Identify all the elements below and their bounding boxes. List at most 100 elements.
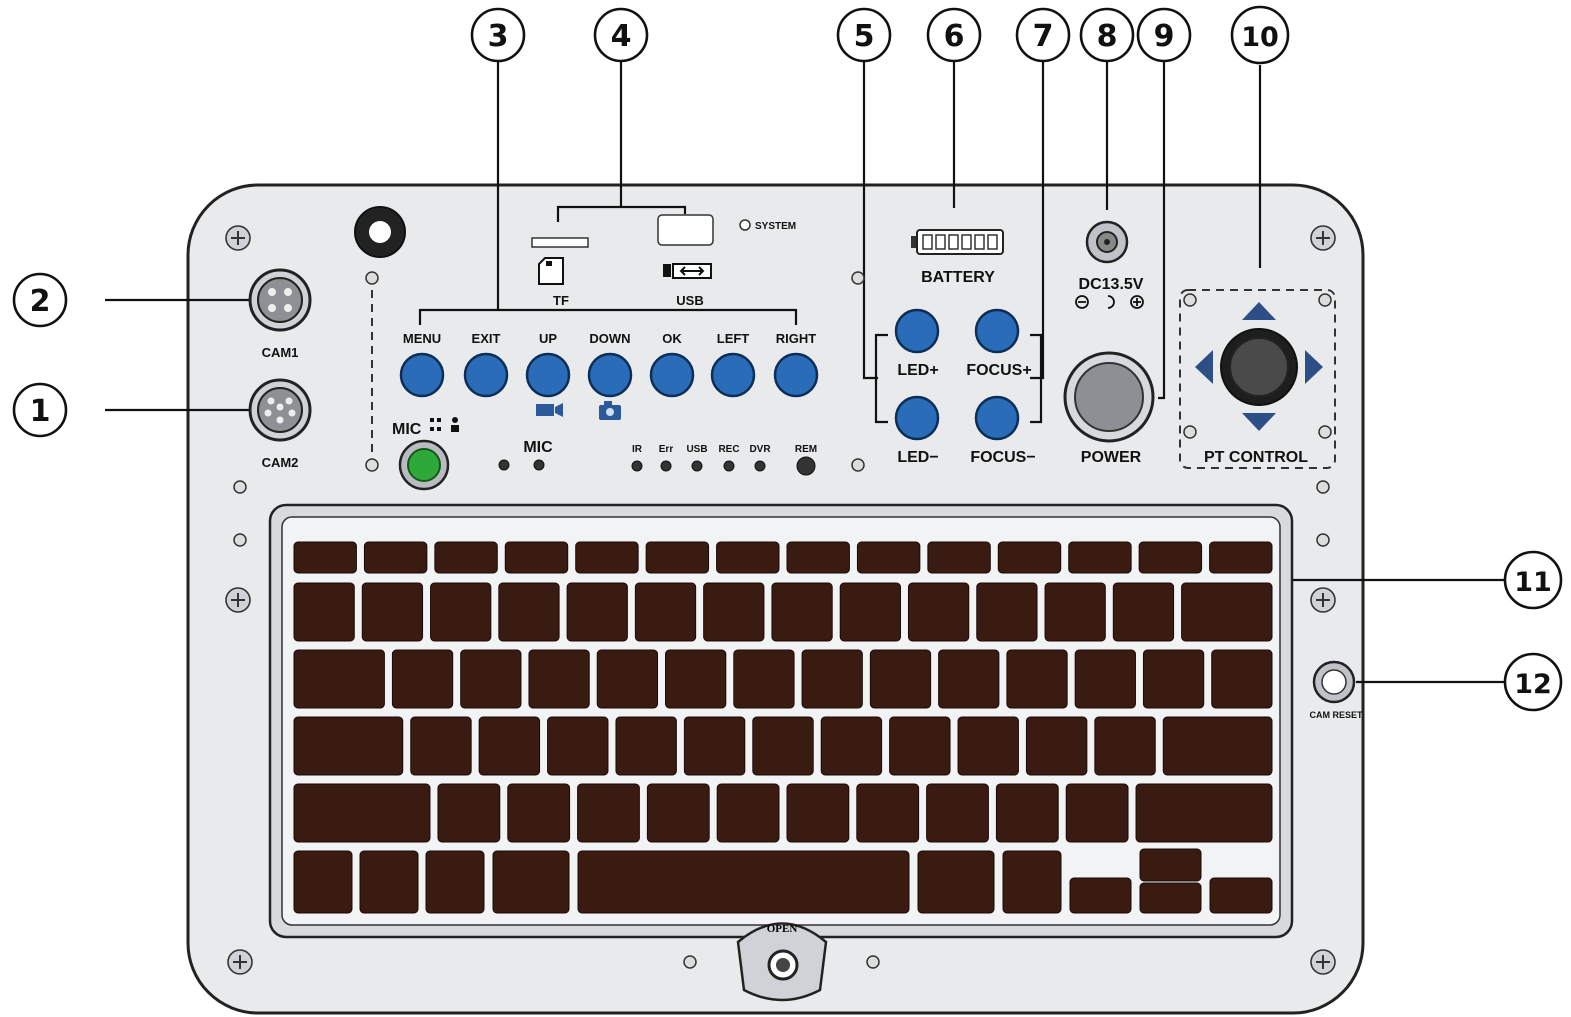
keyboard-key[interactable] (771, 582, 833, 642)
keyboard-key[interactable] (1069, 877, 1132, 914)
keyboard-key[interactable] (1025, 716, 1088, 776)
down-button[interactable] (587, 352, 633, 398)
focus-plus-button[interactable] (974, 308, 1020, 354)
cam2-connector[interactable] (248, 378, 312, 442)
callout-5: 5 (836, 7, 892, 63)
focus-minus-button[interactable] (974, 395, 1020, 441)
keyboard-key[interactable] (997, 541, 1062, 574)
keyboard-key[interactable] (1112, 582, 1175, 642)
keyboard-key[interactable] (917, 850, 995, 914)
keyboard-key[interactable] (1138, 541, 1203, 574)
keyboard-key[interactable] (478, 716, 541, 776)
up-button[interactable] (525, 352, 571, 398)
keyboard-key[interactable] (575, 541, 639, 574)
keyboard-key[interactable] (1068, 541, 1132, 574)
keyboard-key[interactable] (1002, 850, 1062, 914)
keyboard-key[interactable] (856, 541, 921, 574)
keyboard-key[interactable] (645, 541, 710, 574)
keyboard-key[interactable] (665, 649, 727, 709)
cam-reset-button[interactable] (1312, 660, 1356, 704)
keyboard-key[interactable] (410, 716, 472, 776)
left-button[interactable] (710, 352, 756, 398)
keyboard-key[interactable] (1209, 541, 1273, 574)
keyboard-key[interactable] (938, 649, 1000, 709)
keyboard-key[interactable] (927, 541, 991, 574)
keyboard-key[interactable] (437, 783, 501, 843)
keyboard-key[interactable] (907, 582, 970, 642)
keyboard-key[interactable] (293, 649, 385, 709)
keyboard-key[interactable] (363, 541, 428, 574)
dc-input-jack[interactable] (1085, 220, 1129, 264)
keyboard-key[interactable] (425, 850, 485, 914)
menu-button[interactable] (399, 352, 445, 398)
keyboard-key[interactable] (359, 850, 419, 914)
keyboard-key[interactable] (434, 541, 498, 574)
keyboard-key[interactable] (683, 716, 746, 776)
keyboard-key[interactable] (1162, 716, 1273, 776)
keyboard-key[interactable] (733, 649, 795, 709)
keyboard-key[interactable] (839, 582, 901, 642)
keyboard-key[interactable] (391, 649, 454, 709)
ok-button[interactable] (649, 352, 695, 398)
keyboard-key[interactable] (926, 783, 989, 843)
keyboard-key[interactable] (528, 649, 590, 709)
cam1-connector[interactable] (248, 268, 312, 332)
keyboard-key[interactable] (869, 649, 932, 709)
joystick[interactable] (1220, 328, 1298, 406)
keyboard-key[interactable] (1094, 716, 1156, 776)
keyboard-key[interactable] (752, 716, 814, 776)
keyboard-key[interactable] (1209, 877, 1273, 914)
keyboard-key[interactable] (1139, 882, 1202, 914)
keyboard-key[interactable] (957, 716, 1019, 776)
led-minus-button[interactable] (894, 395, 940, 441)
keyboard-key[interactable] (293, 716, 404, 776)
keyboard-key[interactable] (293, 783, 431, 843)
keyboard-key[interactable] (1065, 783, 1129, 843)
keyboard-key[interactable] (577, 783, 640, 843)
keyboard-key[interactable] (547, 716, 609, 776)
keyboard-key[interactable] (507, 783, 571, 843)
keyboard-key[interactable] (889, 716, 951, 776)
keyboard-key[interactable] (361, 582, 424, 642)
keyboard-key[interactable] (995, 783, 1059, 843)
keyboard-key[interactable] (492, 850, 570, 914)
keyboard-key[interactable] (430, 582, 492, 642)
keyboard-key[interactable] (293, 582, 355, 642)
keyboard-key[interactable] (646, 783, 710, 843)
keyboard-key[interactable] (1006, 649, 1068, 709)
keyboard-key[interactable] (716, 783, 780, 843)
keyboard-key[interactable] (1181, 582, 1273, 642)
keyboard-key[interactable] (1074, 649, 1136, 709)
tf-slot[interactable] (531, 237, 589, 248)
keyboard-key[interactable] (1139, 848, 1202, 882)
usb-port[interactable] (657, 214, 714, 246)
keyboard-key[interactable] (566, 582, 628, 642)
keyboard-key[interactable] (820, 716, 883, 776)
keyboard-key[interactable] (596, 649, 659, 709)
keyboard-key[interactable] (703, 582, 765, 642)
keyboard-key[interactable] (615, 716, 677, 776)
mic-button[interactable] (398, 439, 450, 491)
keyboard-key[interactable] (498, 582, 560, 642)
keyboard-key[interactable] (634, 582, 697, 642)
keyboard-key[interactable] (716, 541, 780, 574)
keyboard-key[interactable] (976, 582, 1038, 642)
power-button[interactable] (1063, 351, 1155, 443)
right-button[interactable] (773, 352, 819, 398)
keyboard-key[interactable] (577, 850, 910, 914)
exit-button[interactable] (463, 352, 509, 398)
keyboard-key[interactable] (1044, 582, 1106, 642)
keyboard-key[interactable] (1142, 649, 1205, 709)
keyboard-key[interactable] (856, 783, 920, 843)
keyboard-key[interactable] (504, 541, 569, 574)
keyboard-key[interactable] (460, 649, 522, 709)
led-plus-button[interactable] (894, 308, 940, 354)
keyboard-key[interactable] (1211, 649, 1273, 709)
keyboard-key[interactable] (786, 783, 850, 843)
keyboard-key[interactable] (293, 541, 357, 574)
keyboard-key[interactable] (293, 850, 353, 914)
keyboard-key[interactable] (1135, 783, 1273, 843)
callout-9: 9 (1136, 7, 1192, 63)
keyboard-key[interactable] (786, 541, 850, 574)
keyboard-key[interactable] (801, 649, 863, 709)
